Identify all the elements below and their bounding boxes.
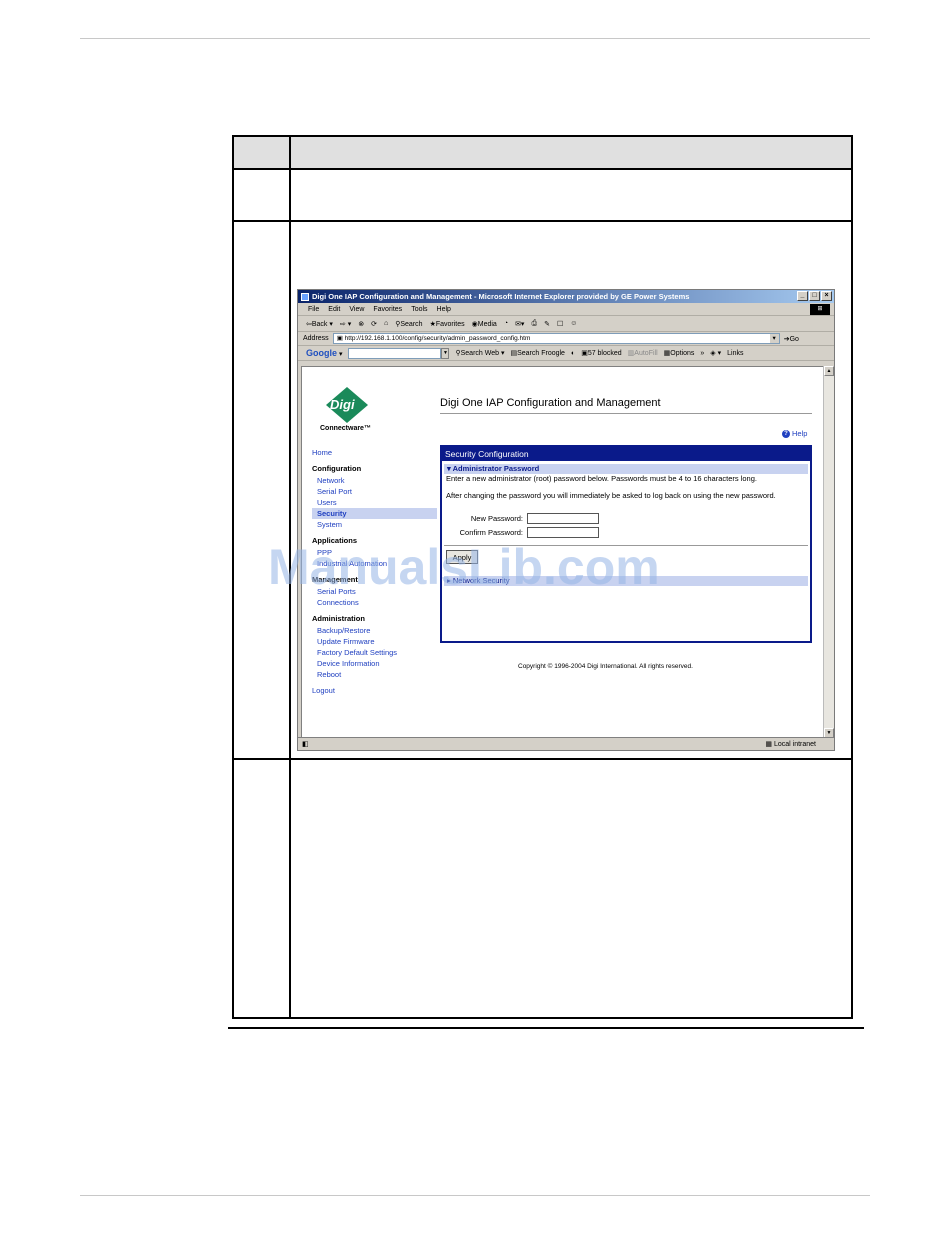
- vertical-scrollbar[interactable]: ▲ ▼: [823, 366, 834, 738]
- menu-file[interactable]: File: [308, 306, 319, 313]
- security-zone: ▦ Local intranet: [765, 740, 816, 749]
- help-link[interactable]: ? Help: [782, 429, 807, 438]
- browser-window: Digi One IAP Configuration and Managemen…: [297, 289, 835, 751]
- standard-toolbar: ⇦Back ▾ ⇨ ▾ ⊗ ⟳ ⌂ ⚲Search ★Favorites ◉Me…: [298, 316, 834, 332]
- intranet-icon: ▦: [765, 741, 772, 748]
- page-icon: ▣: [336, 335, 343, 342]
- nav-update-firmware[interactable]: Update Firmware: [312, 636, 437, 647]
- browser-title: Digi One IAP Configuration and Managemen…: [312, 292, 690, 301]
- new-password-input[interactable]: [527, 512, 599, 524]
- search-button[interactable]: ⚲Search: [395, 320, 422, 328]
- digi-logo-text: Digi: [330, 397, 355, 412]
- nav-users[interactable]: Users: [312, 497, 437, 508]
- forward-button[interactable]: ⇨ ▾: [340, 320, 351, 328]
- password-instructions: Enter a new administrator (root) passwor…: [446, 474, 757, 483]
- google-search-input[interactable]: [348, 347, 442, 359]
- digi-logo: Digi: [326, 387, 368, 423]
- links-button[interactable]: Links: [727, 350, 743, 357]
- google-toolbar: Google ▾ ▼ ⚲Search Web ▾ ▤Search Froogle…: [298, 346, 834, 361]
- popup-blocker-button[interactable]: ▣57 blocked: [581, 349, 621, 357]
- nav-home[interactable]: Home: [312, 447, 437, 458]
- address-label: Address: [303, 335, 329, 342]
- address-input[interactable]: ▣ http://192.168.1.100/config/security/a…: [332, 333, 780, 344]
- menu-favorites[interactable]: Favorites: [373, 306, 402, 313]
- connectware-label: Connectware™: [320, 425, 371, 432]
- status-bar: ◧ ▦ Local intranet: [298, 737, 834, 750]
- new-password-label: New Password:: [470, 513, 523, 523]
- nav-system[interactable]: System: [312, 519, 437, 530]
- popup-blocker-icon: ▣: [581, 350, 588, 357]
- autofill-button[interactable]: ▥AutoFill: [628, 349, 658, 357]
- pagerank-icon[interactable]: ◐: [571, 350, 575, 357]
- expanded-triangle-icon: ▾: [447, 464, 451, 473]
- browser-title-bar: Digi One IAP Configuration and Managemen…: [298, 290, 834, 303]
- toolbar-extra-icon[interactable]: ◈ ▾: [710, 349, 721, 357]
- page-header-rule: [80, 38, 870, 39]
- mail-icon[interactable]: ✉▾: [515, 320, 524, 328]
- confirm-password-input[interactable]: [527, 526, 599, 538]
- address-dropdown-icon[interactable]: ▾: [769, 334, 779, 343]
- password-change-note: After changing the password you will imm…: [446, 491, 776, 500]
- forward-arrow-icon: ⇨: [339, 320, 346, 328]
- toolbar-overflow-icon[interactable]: »: [700, 350, 704, 357]
- nav-connections[interactable]: Connections: [312, 597, 437, 608]
- table-row-divider: [234, 758, 851, 760]
- media-button[interactable]: ◉Media: [472, 320, 497, 328]
- ie-icon: [301, 292, 309, 301]
- menu-bar: File Edit View Favorites Tools Help ⊞: [298, 303, 834, 316]
- copyright-text: Copyright © 1996-2004 Digi International…: [518, 663, 693, 670]
- options-button[interactable]: ▦Options: [664, 349, 695, 357]
- menu-edit[interactable]: Edit: [328, 306, 340, 313]
- help-label: Help: [792, 429, 808, 438]
- favorites-button[interactable]: ★Favorites: [430, 320, 465, 328]
- address-bar: Address ▣ http://192.168.1.100/config/se…: [298, 332, 834, 346]
- scroll-up-icon[interactable]: ▲: [824, 366, 834, 376]
- google-search-dropdown-icon[interactable]: ▼: [441, 347, 450, 359]
- menu-tools[interactable]: Tools: [411, 306, 427, 313]
- page-footer-rule: [80, 1195, 870, 1196]
- edit-icon[interactable]: ✎: [544, 320, 550, 328]
- menu-view[interactable]: View: [349, 306, 364, 313]
- nav-serial-port[interactable]: Serial Port: [312, 486, 437, 497]
- nav-section-administration: Administration: [312, 614, 365, 623]
- discuss-icon[interactable]: ☐: [557, 320, 563, 328]
- minimize-button[interactable]: _: [797, 291, 808, 301]
- nav-section-configuration: Configuration: [312, 464, 362, 473]
- nav-factory-default[interactable]: Factory Default Settings: [312, 647, 437, 658]
- windows-logo-icon: ⊞: [810, 304, 830, 315]
- panel-title: Security Configuration: [442, 447, 810, 461]
- close-button[interactable]: ×: [821, 291, 832, 301]
- refresh-icon[interactable]: ⟳: [371, 320, 377, 328]
- nav-reboot[interactable]: Reboot: [312, 669, 437, 680]
- go-button[interactable]: ➔Go: [784, 335, 799, 343]
- watermark: ManualsLib.com: [268, 539, 660, 595]
- google-logo-button[interactable]: Google ▾: [306, 348, 342, 358]
- help-icon: ?: [782, 429, 790, 438]
- home-icon[interactable]: ⌂: [384, 320, 388, 327]
- confirm-password-label: Confirm Password:: [459, 527, 523, 537]
- table-row-divider: [234, 168, 851, 170]
- back-button[interactable]: ⇦Back ▾: [306, 320, 333, 328]
- menu-help[interactable]: Help: [437, 306, 451, 313]
- stop-icon[interactable]: ⊗: [358, 320, 364, 328]
- maximize-button[interactable]: □: [809, 291, 820, 301]
- address-url: http://192.168.1.100/config/security/adm…: [344, 335, 531, 342]
- messenger-icon[interactable]: ☺: [570, 320, 577, 327]
- nav-logout[interactable]: Logout: [312, 685, 437, 696]
- page-done-icon: ◧: [302, 741, 309, 748]
- nav-network[interactable]: Network: [312, 475, 437, 486]
- search-froogle-button[interactable]: ▤Search Froogle: [510, 349, 564, 357]
- table-row-divider: [234, 220, 851, 222]
- history-icon[interactable]: ◔: [504, 320, 508, 327]
- section-end-rule: [228, 1027, 864, 1029]
- page-title: Digi One IAP Configuration and Managemen…: [440, 397, 812, 414]
- admin-password-section[interactable]: ▾ Administrator Password: [444, 464, 808, 474]
- search-web-button[interactable]: ⚲Search Web ▾: [455, 349, 504, 357]
- table-header: [234, 137, 851, 169]
- nav-backup-restore[interactable]: Backup/Restore: [312, 625, 437, 636]
- nav-device-information[interactable]: Device Information: [312, 658, 437, 669]
- print-icon[interactable]: ⎙: [531, 320, 537, 328]
- nav-security[interactable]: Security: [312, 508, 437, 519]
